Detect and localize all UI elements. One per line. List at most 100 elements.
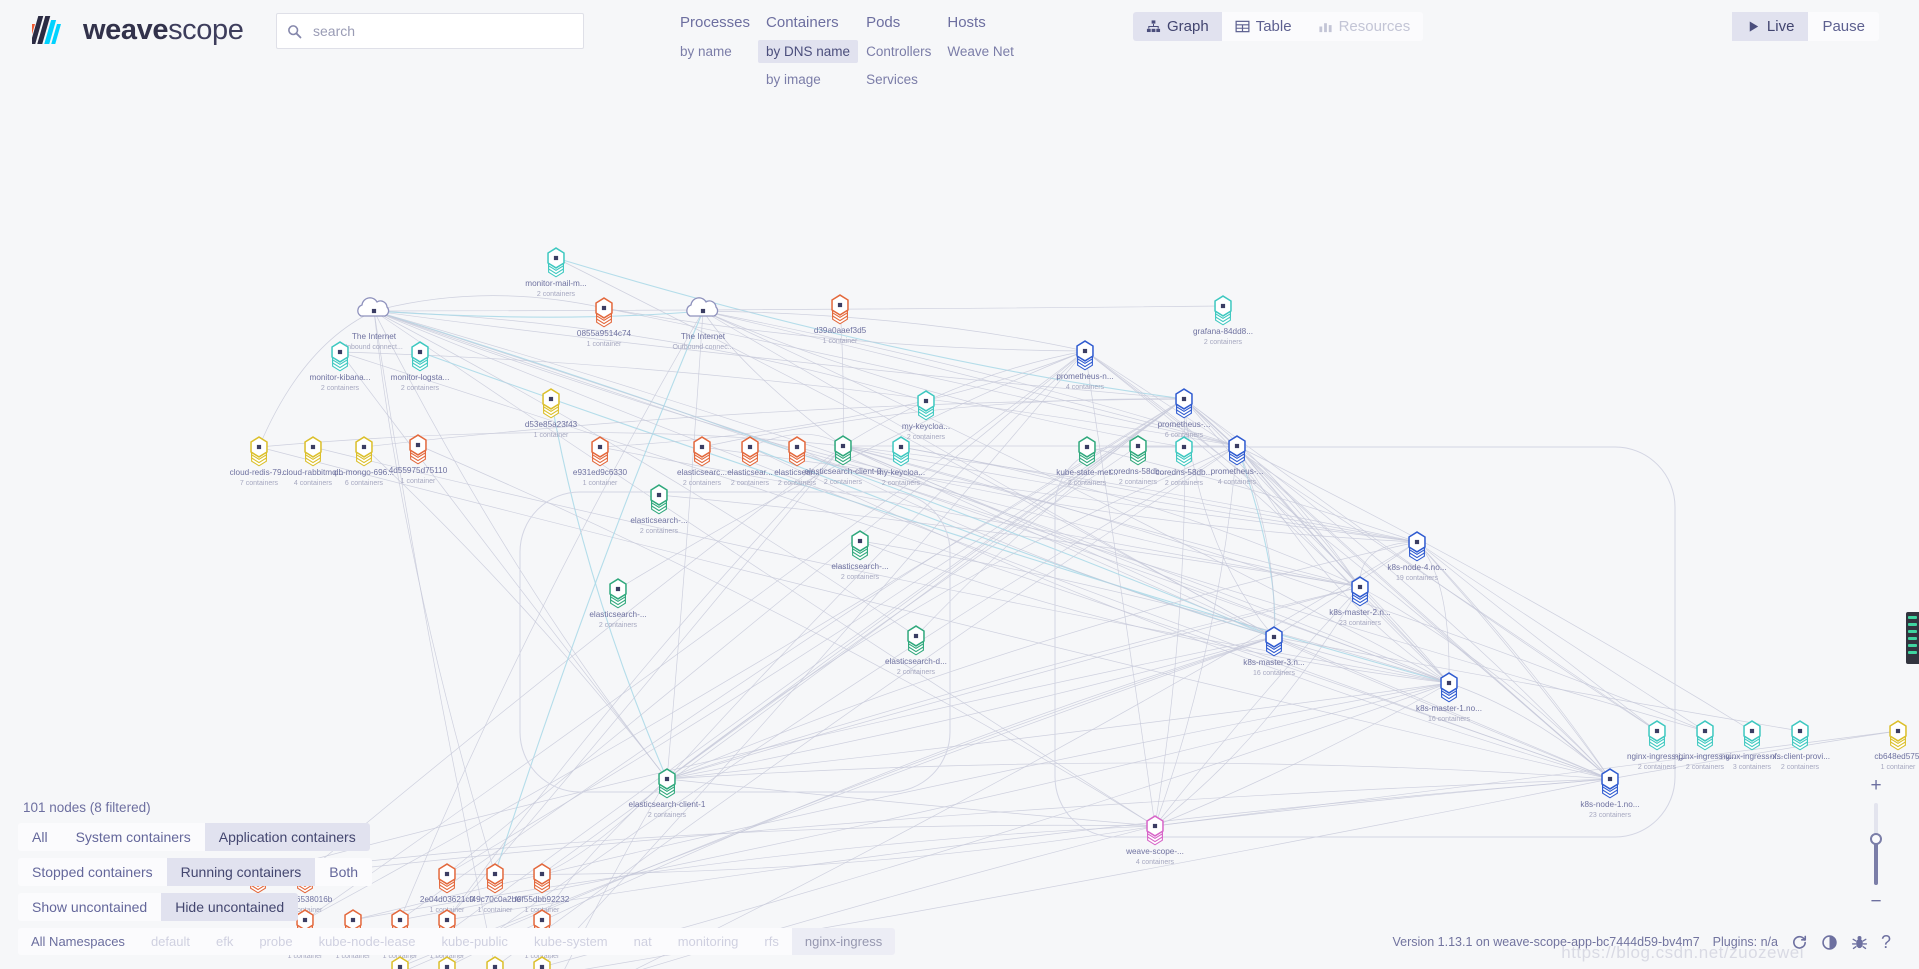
node-center-dot — [616, 587, 620, 591]
graph-node[interactable]: elasticsearch-...2 containers — [831, 531, 888, 581]
topology-processes-by-name[interactable]: by name — [672, 40, 740, 63]
topology-containers[interactable]: Containers — [758, 10, 847, 35]
graph-edge — [1155, 587, 1360, 826]
node-sublabel: 2 containers — [1068, 480, 1107, 487]
graph-node[interactable]: my-keycloa...2 containers — [877, 437, 925, 487]
bug-icon[interactable] — [1851, 934, 1868, 951]
view-mode-table[interactable]: Table — [1222, 12, 1305, 41]
graph-node[interactable]: monitor-mail-m...2 containers — [525, 248, 586, 298]
view-mode-graph[interactable]: Graph — [1133, 12, 1222, 41]
namespace-probe[interactable]: probe — [246, 928, 305, 955]
pause-button[interactable]: Pause — [1808, 12, 1879, 41]
filter-all[interactable]: All — [18, 823, 62, 851]
graph-edge — [1184, 399, 1610, 779]
graph-edge — [1085, 351, 1155, 826]
graph-edge — [1417, 542, 1705, 731]
terminal-indicator[interactable] — [1906, 612, 1919, 664]
node-sublabel: 19 containers — [1396, 575, 1439, 582]
filter-system-containers[interactable]: System containers — [62, 823, 205, 851]
filter-running-containers[interactable]: Running containers — [167, 858, 316, 886]
topology-containers-by-dns-name[interactable]: by DNS name — [758, 40, 858, 63]
search-box[interactable] — [276, 13, 584, 49]
graph-node[interactable]: e02f1df50ef41 container — [471, 957, 519, 969]
graph-node[interactable]: coredns-58db...2 containers — [1156, 437, 1213, 487]
graph-edge — [667, 683, 1449, 779]
graph-node[interactable]: coredns-58db...2 containers — [1110, 436, 1167, 486]
namespace-rfs[interactable]: rfs — [751, 928, 791, 955]
zoom-in-button[interactable]: + — [1870, 779, 1881, 793]
topology-hosts-weave-net[interactable]: Weave Net — [939, 40, 1022, 63]
graph-node[interactable]: k8s-node-1.no...23 containers — [1580, 769, 1639, 819]
filter-hide-uncontained[interactable]: Hide uncontained — [161, 893, 298, 921]
namespace-kube-public[interactable]: kube-public — [428, 928, 521, 955]
graph-node[interactable]: nginx-ingress-x...3 containers — [1721, 721, 1783, 771]
graph-node[interactable]: cloud-redis-79...7 containers — [230, 437, 289, 487]
node-center-dot — [1136, 444, 1140, 448]
graph-node[interactable]: e931ed9c63301 container — [573, 437, 628, 487]
filter-show-uncontained[interactable]: Show uncontained — [18, 893, 161, 921]
topology-hosts[interactable]: Hosts — [939, 10, 993, 35]
graph-node[interactable]: elasticsearch-...2 containers — [630, 485, 687, 535]
graph-node[interactable]: d53e85a23f431 container — [525, 389, 578, 439]
help-icon[interactable]: ? — [1881, 933, 1891, 951]
search-input[interactable] — [311, 22, 573, 40]
topology-pods-controllers[interactable]: Controllers — [858, 40, 939, 63]
namespace-kube-node-lease[interactable]: kube-node-lease — [306, 928, 429, 955]
namespace-all[interactable]: All Namespaces — [18, 928, 138, 955]
graph-node[interactable]: db-rs1-mysql-...2 containers — [419, 957, 476, 969]
live-label: Live — [1767, 18, 1795, 35]
topology-containers-by-image[interactable]: by image — [758, 68, 829, 91]
graph-node[interactable]: k8s-master-1.no...16 containers — [1416, 673, 1482, 723]
graph-edge — [1155, 587, 1360, 826]
topology-pods-services[interactable]: Services — [858, 68, 926, 91]
brand-logo[interactable]: weavescope — [32, 10, 243, 50]
node-sublabel: 1 container — [583, 480, 618, 487]
node-sublabel: 2 containers — [1638, 764, 1677, 771]
graph-node[interactable]: kube-state-met...2 containers — [1056, 437, 1117, 487]
namespace-efk[interactable]: efk — [203, 928, 246, 955]
filter-application-containers[interactable]: Application containers — [205, 823, 370, 851]
topology-processes[interactable]: Processes — [672, 10, 758, 35]
namespace-nat[interactable]: nat — [621, 928, 665, 955]
node-sublabel: 1 container — [1881, 764, 1916, 771]
zoom-out-button[interactable]: − — [1870, 895, 1881, 909]
node-center-dot — [700, 445, 704, 449]
topology-column-pods: Pods Controllers Services — [858, 10, 939, 96]
graph-node[interactable]: grafana-84dd8...2 containers — [1193, 296, 1253, 346]
status-bar: Version 1.13.1 on weave-scope-app-bc7444… — [1393, 933, 1892, 951]
node-center-dot — [549, 397, 553, 401]
graph-node[interactable]: cb648ed575f1 container — [1874, 721, 1919, 771]
topology-pods[interactable]: Pods — [858, 10, 908, 35]
graph-node[interactable]: 0855a9514c741 container — [577, 298, 632, 348]
contrast-icon[interactable] — [1821, 934, 1838, 951]
graph-edge — [703, 311, 1449, 683]
node-label: k8s-master-1.no... — [1416, 704, 1482, 713]
zoom-slider-knob[interactable] — [1870, 833, 1882, 845]
node-label: my-keycloa... — [877, 468, 925, 477]
namespace-default[interactable]: default — [138, 928, 203, 955]
filter-stopped-containers[interactable]: Stopped containers — [18, 858, 167, 886]
top-bar: weavescope Processes by name Containers … — [0, 0, 1919, 112]
node-sublabel: 23 containers — [1589, 812, 1632, 819]
namespace-kube-system[interactable]: kube-system — [521, 928, 621, 955]
zoom-slider-track[interactable] — [1874, 803, 1878, 885]
table-icon — [1235, 19, 1250, 34]
graph-node[interactable]: d39a0aaef3d51 container — [814, 295, 867, 345]
node-label: prometheus-n... — [1056, 372, 1113, 381]
node-center-dot — [257, 445, 261, 449]
node-label: d39a0aaef3d5 — [814, 326, 867, 335]
resources-icon — [1318, 19, 1333, 34]
refresh-icon[interactable] — [1791, 934, 1808, 951]
node-center-dot — [1358, 585, 1362, 589]
namespace-nginx-ingress[interactable]: nginx-ingress — [792, 928, 895, 955]
namespace-monitoring[interactable]: monitoring — [665, 928, 752, 955]
node-center-dot — [362, 445, 366, 449]
filter-both-containers[interactable]: Both — [315, 858, 372, 886]
graph-node[interactable]: my-keycloa...2 containers — [902, 391, 950, 441]
node-center-dot — [493, 965, 497, 969]
graph-node[interactable]: nginx-ingress-v...2 containers — [1674, 721, 1736, 771]
graph-node[interactable]: elasticsearch-d...2 containers — [885, 626, 947, 676]
live-button[interactable]: Live — [1732, 12, 1809, 41]
node-center-dot — [1083, 349, 1087, 353]
graph-node[interactable]: nginx-ingress-j...2 containers — [1627, 721, 1687, 771]
